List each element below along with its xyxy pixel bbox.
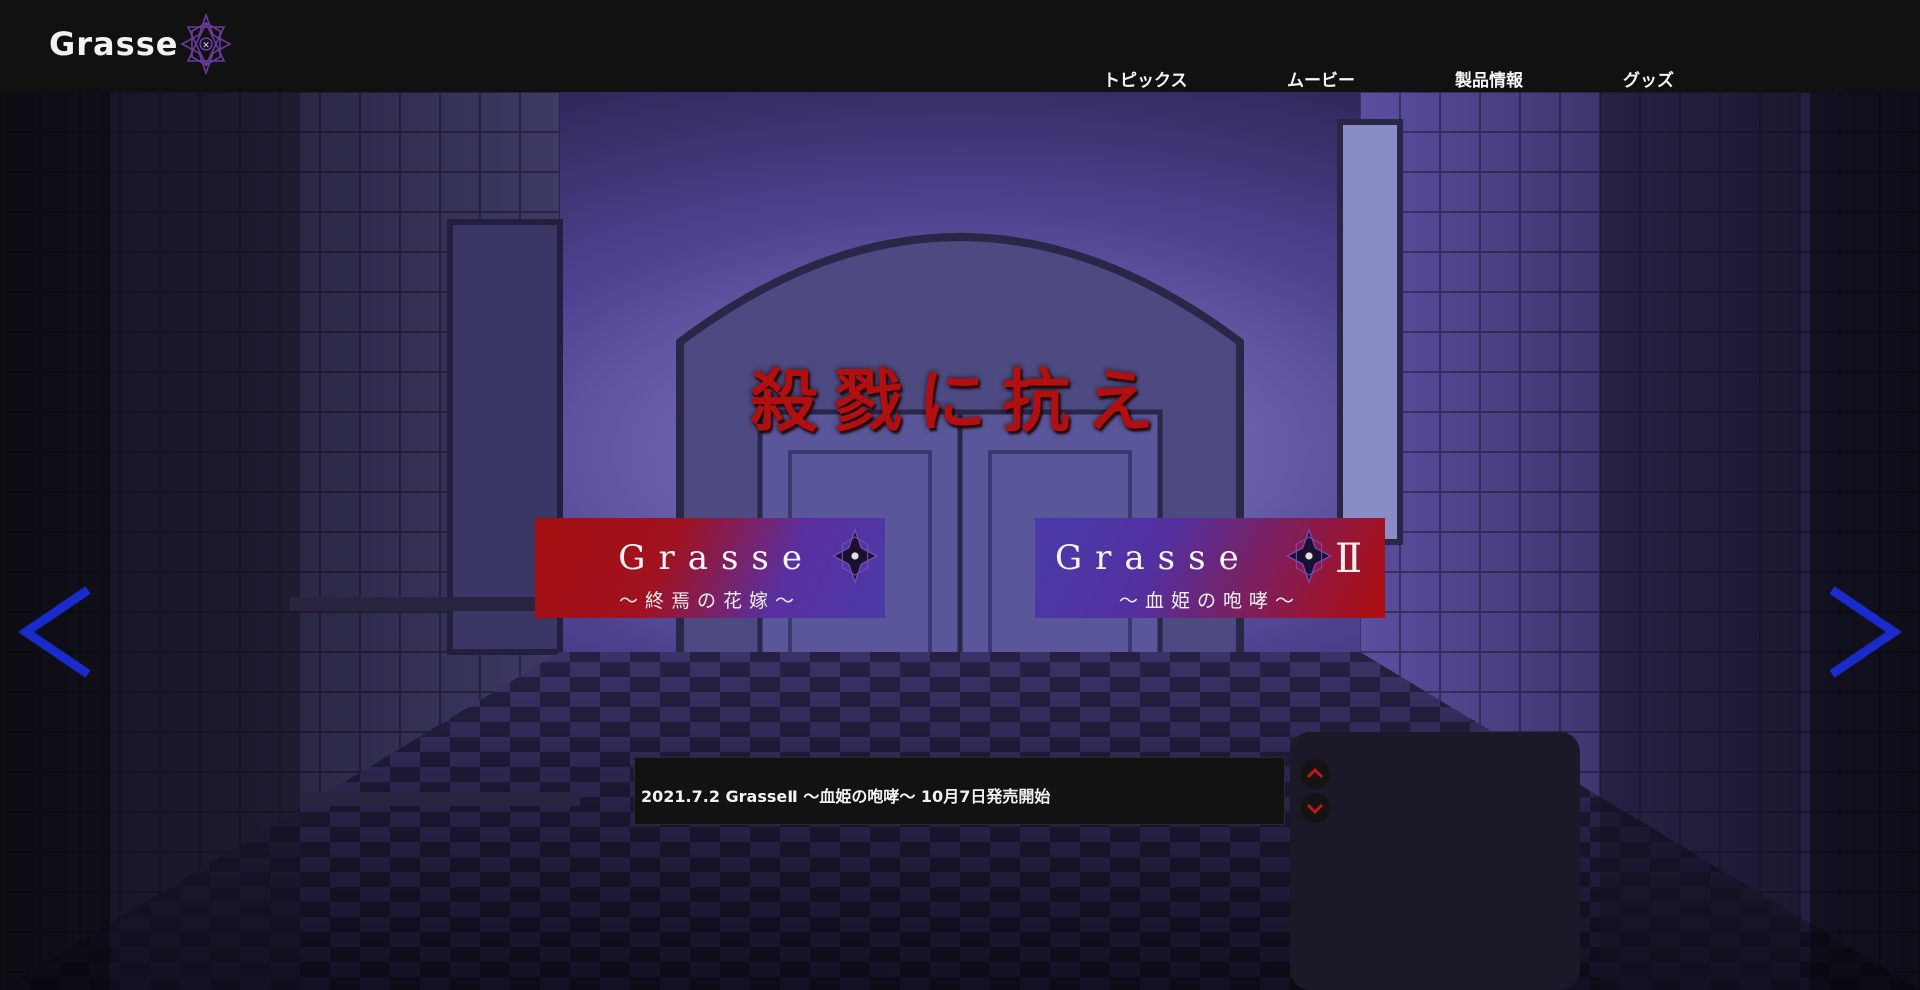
banner-subtitle: ～血姫の咆哮～ bbox=[1118, 590, 1301, 612]
hero-slider: 殺戮に抗え Grasse ～終焉の花嫁～ Grasse Ⅱ ～血姫の咆哮～ 20… bbox=[0, 92, 1920, 990]
news-next-button[interactable] bbox=[1300, 793, 1330, 823]
star-emblem-icon bbox=[1285, 528, 1333, 584]
svg-text:✕: ✕ bbox=[203, 41, 211, 51]
news-item[interactable]: 2021.7.2 GrasseⅡ ～血姫の咆哮～ 10月7日発売開始 bbox=[641, 783, 1050, 807]
chevron-up-icon bbox=[1306, 767, 1324, 779]
slider-prev-button[interactable] bbox=[18, 582, 98, 682]
nav-item-goods[interactable]: グッズ bbox=[1623, 66, 1674, 91]
news-ticker: 2021.7.2 GrasseⅡ ～血姫の咆哮～ 10月7日発売開始 bbox=[634, 757, 1285, 825]
hero-background-image bbox=[0, 92, 1920, 990]
chevron-down-icon bbox=[1306, 803, 1324, 815]
banner-subtitle: ～終焉の花嫁～ bbox=[618, 590, 801, 612]
nav-item-products[interactable]: 製品情報 bbox=[1455, 66, 1523, 91]
site-header: Grasse ✕ トピックス ムービー 製品情報 グッズ bbox=[0, 0, 1920, 92]
main-nav: トピックス ムービー 製品情報 グッズ bbox=[0, 66, 1920, 91]
logo-text: Grasse bbox=[49, 25, 179, 63]
nav-item-movie[interactable]: ムービー bbox=[1287, 66, 1355, 91]
banner-title: Grasse bbox=[618, 538, 815, 578]
hero-tagline: 殺戮に抗え bbox=[749, 363, 1170, 442]
product-banner-grasse-1[interactable]: Grasse ～終焉の花嫁～ bbox=[535, 518, 885, 618]
product-banner-grasse-2[interactable]: Grasse Ⅱ ～血姫の咆哮～ bbox=[1035, 518, 1385, 618]
star-emblem-icon bbox=[831, 528, 879, 584]
nav-item-topics[interactable]: トピックス bbox=[1103, 66, 1188, 91]
news-prev-button[interactable] bbox=[1300, 759, 1330, 789]
banner-title: Grasse bbox=[1055, 538, 1252, 578]
slider-next-button[interactable] bbox=[1822, 582, 1902, 682]
news-ticker-controls bbox=[1300, 757, 1330, 825]
banner-numeral: Ⅱ bbox=[1335, 536, 1363, 582]
